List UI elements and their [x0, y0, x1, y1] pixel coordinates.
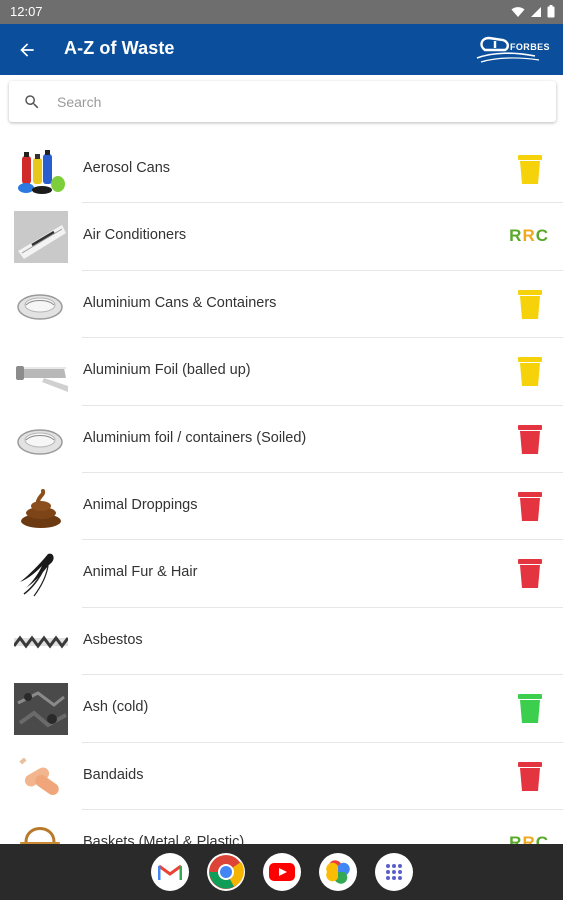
list-item[interactable]: Air Conditioners RRC	[0, 203, 563, 271]
app-drawer-icon	[386, 864, 402, 880]
list-item[interactable]: Animal Droppings	[0, 473, 563, 541]
red-bin-icon	[518, 559, 542, 589]
item-label: Aluminium Foil (balled up)	[83, 362, 251, 379]
status-bar: 12:07	[0, 0, 563, 24]
aluminium-container-icon	[17, 294, 63, 320]
list-item[interactable]: Baskets (Metal & Plastic) RRC	[0, 810, 563, 844]
chrome-button[interactable]	[207, 853, 245, 891]
gmail-icon	[158, 864, 182, 880]
aluminium-container-icon	[17, 428, 63, 455]
status-icons	[511, 5, 555, 18]
red-bin-icon	[518, 424, 542, 454]
item-label: Air Conditioners	[83, 227, 187, 244]
list-item[interactable]: Ash (cold)	[0, 675, 563, 743]
arrow-back-icon	[20, 43, 34, 57]
bandaids-icon	[19, 757, 59, 795]
status-time: 12:07	[10, 4, 43, 19]
red-bin-icon	[518, 491, 542, 521]
youtube-icon	[269, 863, 295, 881]
nav-bar	[0, 844, 563, 900]
back-button[interactable]	[12, 35, 42, 65]
list-item[interactable]: Aluminium foil / containers (Soiled)	[0, 406, 563, 473]
asbestos-icon	[14, 635, 68, 649]
wifi-icon	[511, 6, 525, 17]
item-label: Aluminium foil / containers (Soiled)	[83, 429, 307, 446]
app-drawer-button[interactable]	[375, 853, 413, 891]
aerosol-cans-icon	[18, 150, 65, 194]
list-item[interactable]: Bandaids	[0, 743, 563, 810]
yellow-bin-icon	[518, 155, 542, 184]
youtube-button[interactable]	[263, 853, 301, 891]
air-conditioner-icon	[14, 211, 68, 264]
list-item[interactable]: Aerosol Cans	[0, 136, 563, 204]
aluminium-foil-icon	[16, 366, 68, 393]
item-label: Animal Fur & Hair	[83, 564, 198, 581]
search-input[interactable]	[57, 87, 537, 116]
item-label: Aerosol Cans	[83, 160, 171, 176]
item-label: Asbestos	[83, 631, 143, 648]
item-label: Ash (cold)	[83, 699, 149, 716]
item-label: Baskets (Metal & Plastic)	[83, 833, 245, 844]
search-icon	[25, 95, 39, 109]
rrc-badge: RRC	[509, 226, 549, 246]
ash-icon	[14, 683, 68, 736]
rrc-badge: RRC	[509, 832, 549, 844]
red-bin-icon	[518, 761, 542, 791]
photos-button[interactable]	[319, 853, 357, 891]
item-label: Aluminium Cans & Containers	[83, 294, 277, 311]
page-title: A-Z of Waste	[64, 38, 175, 58]
google-photos-icon	[326, 860, 350, 884]
app-bar: A-Z of Waste FORBES	[0, 24, 563, 75]
item-label: Animal Droppings	[83, 496, 198, 513]
basket-icon	[20, 826, 60, 844]
item-label: Bandaids	[83, 766, 144, 783]
list-item[interactable]: Aluminium Cans & Containers	[0, 271, 563, 339]
chrome-icon	[209, 855, 244, 889]
animal-fur-icon	[20, 554, 54, 597]
animal-droppings-icon	[21, 488, 61, 528]
yellow-bin-icon	[518, 357, 542, 387]
list-item[interactable]: Asbestos	[0, 608, 563, 676]
battery-icon	[547, 5, 555, 18]
green-bin-icon	[518, 694, 542, 724]
gmail-button[interactable]	[151, 853, 189, 891]
forbes-logo: FORBES	[475, 32, 559, 66]
signal-icon	[531, 6, 541, 17]
list-item[interactable]: Aluminium Foil (balled up)	[0, 338, 563, 406]
search-box[interactable]	[9, 81, 556, 122]
yellow-bin-icon	[518, 289, 542, 319]
waste-list: Aerosol Cans Air Conditioners RRC Alumin…	[0, 136, 563, 844]
list-item[interactable]: Animal Fur & Hair	[0, 540, 563, 608]
logo-text: FORBES	[510, 42, 550, 52]
